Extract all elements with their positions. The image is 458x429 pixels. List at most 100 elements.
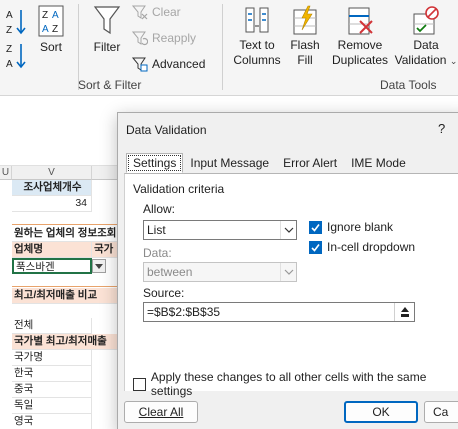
ignore-blank-checkbox[interactable]: Ignore blank	[309, 220, 393, 234]
table-border	[12, 286, 122, 287]
country-name-cell[interactable]: 국가명	[12, 350, 92, 366]
sort-a-z-icon: A Z	[6, 10, 26, 36]
text-to-columns-label-1: Text to	[239, 38, 275, 52]
help-button[interactable]: ?	[438, 121, 445, 136]
clear-filter-button[interactable]: Clear	[132, 4, 181, 20]
data-tools-group-label: Data Tools	[380, 78, 437, 92]
advanced-filter-button[interactable]: Advanced	[132, 56, 205, 72]
want-info-header[interactable]: 원하는 업체의 정보조회	[12, 226, 122, 242]
germany-cell[interactable]: 독일	[12, 398, 92, 414]
source-input-value: =$B$2:$B$35	[147, 305, 221, 319]
svg-text:A: A	[6, 59, 13, 70]
data-label: Data:	[143, 246, 172, 260]
data-validation-label-2: Validation	[394, 53, 447, 67]
settings-panel: Validation criteria Allow: List Ignore b…	[124, 173, 458, 398]
chevron-down-icon: ⌄	[449, 56, 458, 66]
data-validation-label-1: Data	[413, 38, 439, 52]
dialog-title: Data Validation	[126, 123, 207, 137]
sort-dialog-icon: Z A A Z	[38, 5, 64, 37]
source-label: Source:	[143, 286, 185, 300]
filter-label: Filter	[93, 40, 121, 54]
china-cell[interactable]: 중국	[12, 382, 92, 398]
ribbon: A Z Z A Z A A Z Sort Filter Clear Reappl…	[0, 0, 458, 96]
korea-cell[interactable]: 한국	[12, 366, 92, 382]
tab-settings[interactable]: Settings	[126, 153, 184, 173]
clear-all-button[interactable]: Clear All	[124, 401, 198, 423]
sort-z-a-icon: Z A	[6, 44, 26, 70]
svg-text:Z: Z	[52, 24, 58, 35]
allow-label: Allow:	[143, 202, 175, 216]
unchecked-box-icon	[133, 377, 146, 391]
survey-count-header[interactable]: 조사업체개수	[12, 180, 92, 196]
table-border	[12, 224, 122, 225]
minmax-compare-header[interactable]: 최고/최저매출 비교	[12, 288, 122, 304]
range-select-icon	[400, 307, 409, 317]
collapse-dialog-button[interactable]	[394, 303, 414, 321]
tab-input-message[interactable]: Input Message	[183, 153, 276, 173]
chevron-down-icon	[95, 263, 103, 269]
remove-duplicates-label-1: Remove	[337, 38, 383, 52]
uk-cell[interactable]: 영국	[12, 414, 92, 429]
sort-a-z-button[interactable]: A Z	[4, 6, 28, 36]
in-cell-dropdown-checkbox[interactable]: In-cell dropdown	[309, 240, 415, 254]
column-header-u[interactable]: U	[0, 166, 12, 180]
sort-z-a-button[interactable]: Z A	[4, 40, 28, 70]
apply-all-label: Apply these changes to all other cells w…	[150, 370, 427, 398]
cell-dropdown-button[interactable]	[92, 259, 106, 273]
svg-text:A: A	[52, 10, 59, 21]
text-to-columns-button[interactable]: Text to Columns	[230, 4, 284, 68]
reapply-button[interactable]: Reapply	[132, 30, 196, 46]
data-validation-icon	[413, 6, 439, 35]
by-country-header[interactable]: 국가별 최고/최저매출	[12, 334, 122, 350]
tab-ime-mode[interactable]: IME Mode	[344, 153, 413, 173]
data-validation-dialog: Data Validation ? Settings Input Message…	[117, 112, 458, 429]
advanced-filter-icon	[132, 57, 148, 72]
cancel-label: Ca	[433, 405, 449, 419]
cancel-button[interactable]: Ca	[424, 401, 458, 423]
allow-select-value: List	[147, 223, 166, 237]
excel-window: A Z Z A Z A A Z Sort Filter Clear Reappl…	[0, 0, 458, 429]
source-input[interactable]: =$B$2:$B$35	[143, 302, 415, 322]
svg-text:A: A	[6, 10, 13, 21]
tab-error-alert[interactable]: Error Alert	[276, 153, 344, 173]
reapply-icon	[132, 31, 148, 46]
remove-duplicates-label-2: Duplicates	[331, 53, 389, 67]
clear-filter-icon	[132, 5, 148, 20]
funnel-icon	[93, 6, 121, 35]
apply-all-checkbox[interactable]: Apply these changes to all other cells w…	[133, 370, 458, 398]
company-selected-cell[interactable]: 푹스바겐	[12, 258, 92, 274]
data-select[interactable]: between	[143, 262, 297, 282]
validation-criteria-label: Validation criteria	[133, 182, 225, 196]
total-cell[interactable]: 전체	[12, 318, 92, 334]
sort-button[interactable]: Z A A Z Sort	[34, 4, 68, 55]
flash-fill-label-2: Fill	[297, 53, 313, 67]
column-header-v[interactable]: V	[12, 166, 92, 180]
allow-select[interactable]: List	[143, 220, 297, 240]
reapply-label: Reapply	[152, 31, 197, 45]
data-select-value: between	[147, 265, 193, 279]
check-icon	[309, 240, 322, 254]
flash-fill-button[interactable]: Flash Fill	[288, 4, 322, 68]
company-name-header[interactable]: 업체명	[12, 242, 92, 258]
chevron-down-icon	[280, 221, 296, 239]
data-validation-button[interactable]: Data Validation ⌄	[394, 4, 458, 69]
in-cell-dropdown-label: In-cell dropdown	[327, 240, 416, 254]
filter-button[interactable]: Filter	[88, 4, 126, 55]
dialog-tabs: Settings Input Message Error Alert IME M…	[126, 153, 413, 173]
remove-duplicates-button[interactable]: Remove Duplicates	[330, 4, 390, 68]
allow-label-text: Allow:	[143, 202, 176, 216]
ok-button[interactable]: OK	[344, 401, 418, 423]
sort-label: Sort	[39, 40, 62, 54]
ribbon-separator	[222, 4, 223, 90]
clear-label: Clear	[152, 5, 181, 19]
text-to-columns-label-2: Columns	[233, 53, 281, 67]
text-to-columns-icon	[245, 7, 269, 33]
sort-filter-group-label: Sort & Filter	[78, 78, 142, 92]
survey-count-value[interactable]: 34	[12, 196, 92, 212]
advanced-label: Advanced	[152, 57, 206, 71]
clear-all-label: Clear All	[138, 405, 184, 419]
flash-fill-label-1: Flash	[290, 38, 320, 52]
chevron-down-icon	[280, 263, 296, 281]
remove-duplicates-icon	[348, 7, 373, 35]
svg-text:Z: Z	[6, 44, 12, 55]
